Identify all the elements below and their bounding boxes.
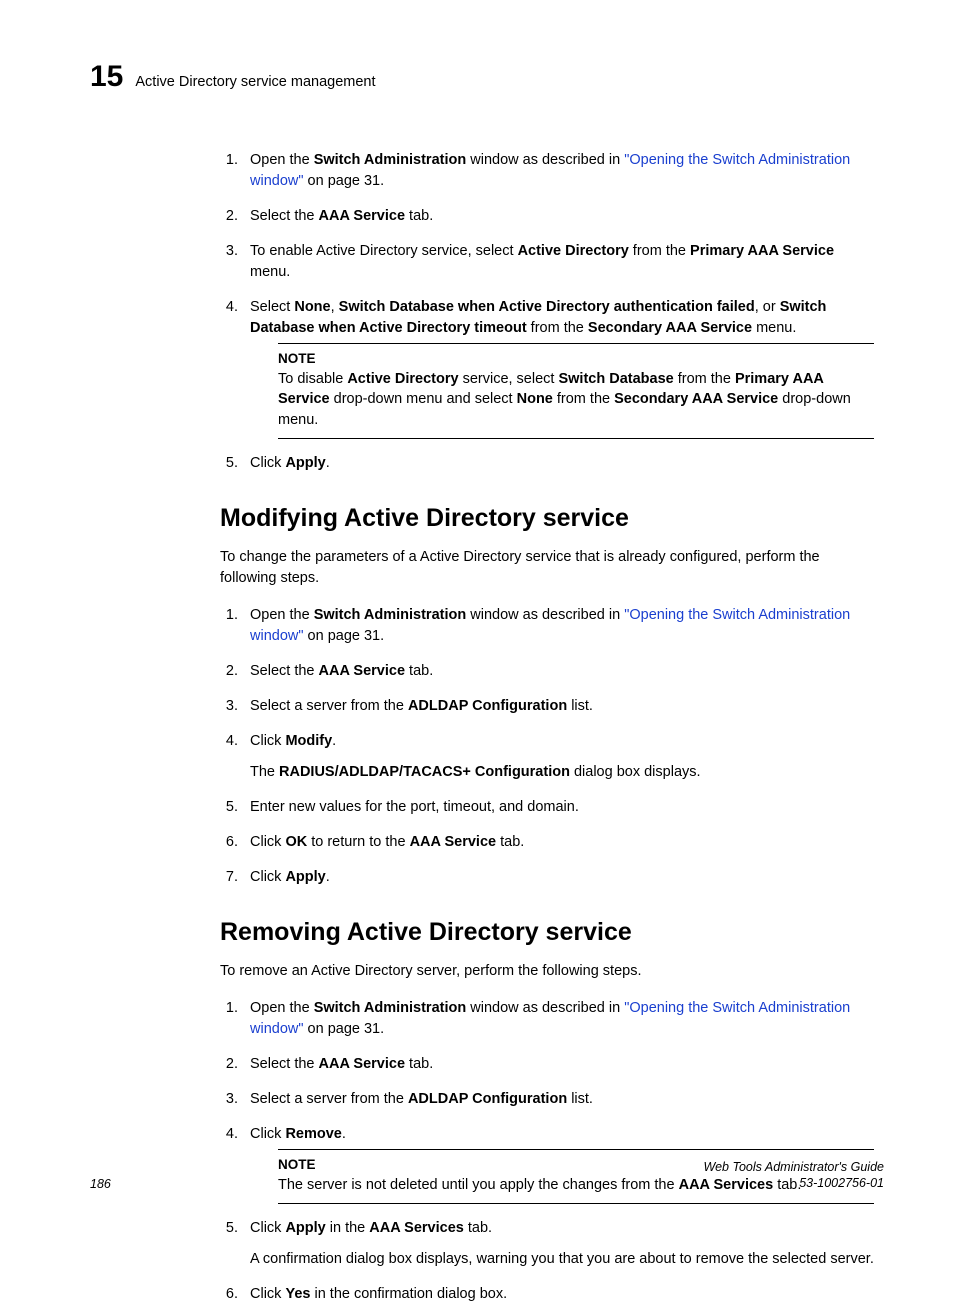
heading-modifying: Modifying Active Directory service — [220, 504, 874, 533]
note-label: NOTE — [278, 350, 874, 369]
step: Click Apply. — [242, 867, 874, 888]
steps-remove: Open the Switch Administration window as… — [220, 998, 874, 1305]
step: Open the Switch Administration window as… — [242, 998, 874, 1040]
step: Open the Switch Administration window as… — [242, 150, 874, 192]
content: Open the Switch Administration window as… — [220, 150, 874, 1305]
step: Enter new values for the port, timeout, … — [242, 797, 874, 818]
step: Click Modify. The RADIUS/ADLDAP/TACACS+ … — [242, 731, 874, 783]
step: Select None, Switch Database when Active… — [242, 297, 874, 439]
footer-right: Web Tools Administrator's Guide 53-10027… — [704, 1159, 884, 1192]
intro-text: To remove an Active Directory server, pe… — [220, 961, 874, 982]
substep: A confirmation dialog box displays, warn… — [250, 1249, 874, 1270]
step: Click Apply in the AAA Services tab. A c… — [242, 1218, 874, 1270]
guide-title: Web Tools Administrator's Guide — [704, 1159, 884, 1175]
page-footer: 186 Web Tools Administrator's Guide 53-1… — [90, 1159, 884, 1192]
step: Select the AAA Service tab. — [242, 661, 874, 682]
steps-enable: Open the Switch Administration window as… — [220, 150, 874, 474]
step: Select a server from the ADLDAP Configur… — [242, 696, 874, 717]
step: Open the Switch Administration window as… — [242, 605, 874, 647]
step: Click Yes in the confirmation dialog box… — [242, 1284, 874, 1305]
note-box: NOTE To disable Active Directory service… — [278, 343, 874, 439]
step: Click OK to return to the AAA Service ta… — [242, 832, 874, 853]
doc-number: 53-1002756-01 — [704, 1175, 884, 1191]
page-header: 15 Active Directory service management — [90, 60, 884, 94]
chapter-number: 15 — [90, 60, 123, 94]
header-title: Active Directory service management — [135, 74, 375, 90]
substep: The RADIUS/ADLDAP/TACACS+ Configuration … — [250, 762, 874, 783]
step: Click Apply. — [242, 453, 874, 474]
page-number: 186 — [90, 1177, 111, 1191]
step: Select the AAA Service tab. — [242, 206, 874, 227]
intro-text: To change the parameters of a Active Dir… — [220, 547, 874, 589]
heading-removing: Removing Active Directory service — [220, 918, 874, 947]
step: Select a server from the ADLDAP Configur… — [242, 1089, 874, 1110]
step: Select the AAA Service tab. — [242, 1054, 874, 1075]
steps-modify: Open the Switch Administration window as… — [220, 605, 874, 888]
step: To enable Active Directory service, sele… — [242, 241, 874, 283]
page: 15 Active Directory service management O… — [0, 0, 954, 1235]
